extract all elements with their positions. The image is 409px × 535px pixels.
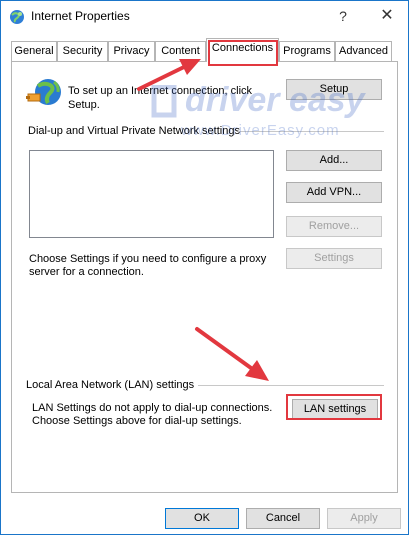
proxy-description-line1: Choose Settings if you need to configure… xyxy=(29,253,267,265)
remove-button[interactable]: Remove... xyxy=(286,216,382,237)
add-button[interactable]: Add... xyxy=(286,150,382,171)
cancel-button[interactable]: Cancel xyxy=(246,508,320,529)
connections-panel: To set up an Internet connection, click … xyxy=(11,61,398,493)
tab-security[interactable]: Security xyxy=(57,41,108,61)
lan-settings-button[interactable]: LAN settings xyxy=(292,399,378,420)
proxy-description-line2: server for a connection. xyxy=(29,266,144,278)
tab-strip: General Security Privacy Content Connect… xyxy=(1,1,408,62)
add-vpn-button[interactable]: Add VPN... xyxy=(286,182,382,203)
tab-programs[interactable]: Programs xyxy=(279,41,335,61)
dialup-heading: Dial-up and Virtual Private Network sett… xyxy=(28,125,240,137)
internet-properties-window: Internet Properties ? ✕ General Security… xyxy=(0,0,409,535)
lan-description-line2: Choose Settings above for dial-up settin… xyxy=(32,415,242,427)
dialup-separator xyxy=(238,131,384,132)
connection-list[interactable] xyxy=(29,150,274,238)
setup-description-line2: Setup. xyxy=(68,99,100,111)
setup-description-line1: To set up an Internet connection, click xyxy=(68,85,253,97)
tab-privacy[interactable]: Privacy xyxy=(108,41,155,61)
tab-general[interactable]: General xyxy=(11,41,57,61)
globe-connection-icon xyxy=(26,79,61,105)
lan-description-line1: LAN Settings do not apply to dial-up con… xyxy=(32,402,273,414)
lan-separator xyxy=(198,385,384,386)
setup-button[interactable]: Setup xyxy=(286,79,382,100)
lan-heading: Local Area Network (LAN) settings xyxy=(26,379,195,391)
tab-content[interactable]: Content xyxy=(155,41,206,61)
apply-button[interactable]: Apply xyxy=(327,508,401,529)
settings-button[interactable]: Settings xyxy=(286,248,382,269)
tab-advanced[interactable]: Advanced xyxy=(335,41,392,61)
tab-connections[interactable]: Connections xyxy=(206,38,279,62)
ok-button[interactable]: OK xyxy=(165,508,239,529)
